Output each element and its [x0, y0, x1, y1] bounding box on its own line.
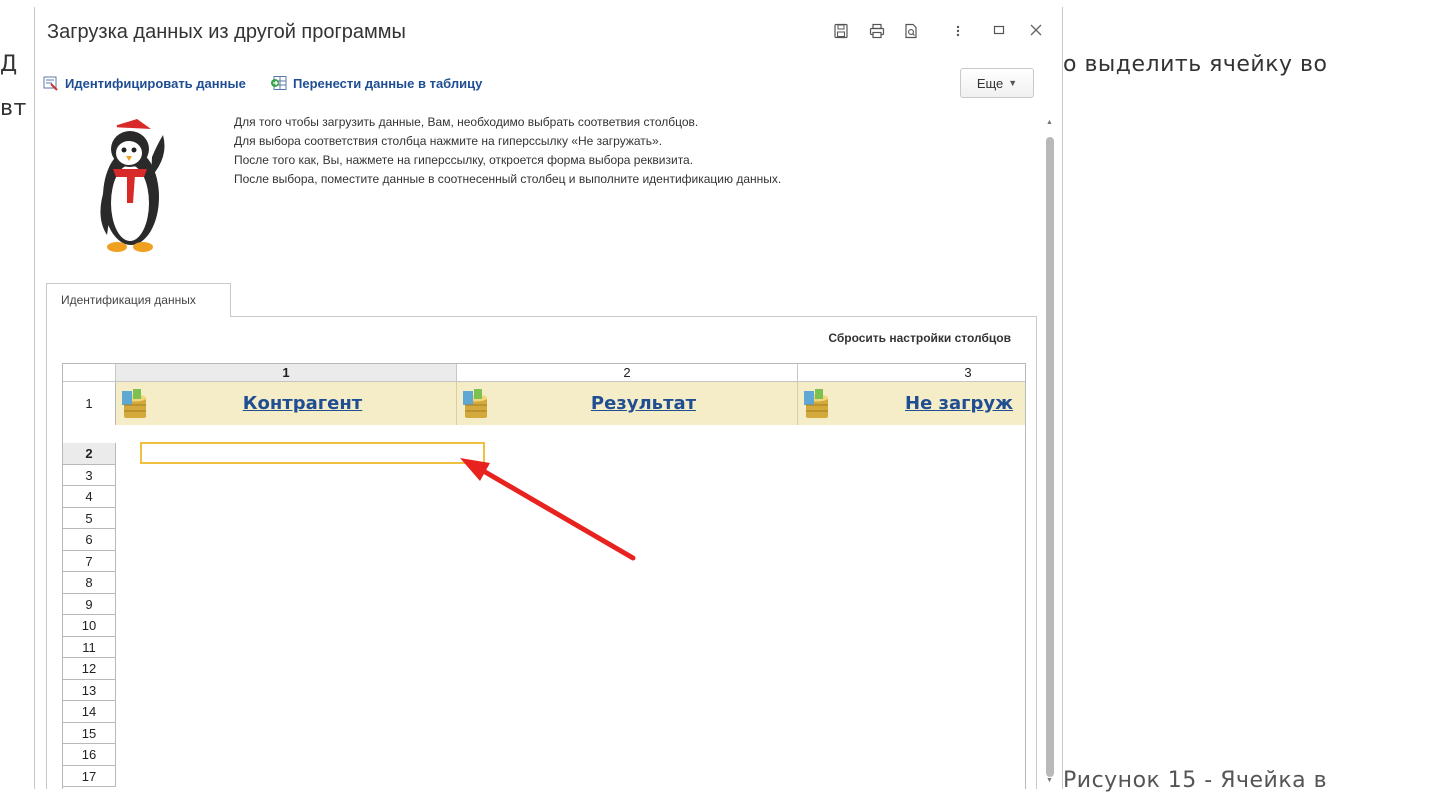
scrollbar-thumb[interactable] [1046, 137, 1054, 777]
row-header-4[interactable]: 4 [63, 486, 116, 508]
scroll-down-icon[interactable]: ▼ [1046, 777, 1053, 784]
row-header-6[interactable]: 6 [63, 529, 116, 551]
row-header-11[interactable]: 11 [63, 636, 116, 658]
penguin-mascot-image [97, 117, 175, 262]
row-header-14[interactable]: 14 [63, 701, 116, 723]
row-header-10[interactable]: 10 [63, 615, 116, 637]
more-button[interactable]: Еще ▼ [960, 68, 1034, 98]
transfer-data-icon [271, 76, 287, 90]
identify-data-icon [43, 76, 58, 91]
row-header-13[interactable]: 13 [63, 679, 116, 701]
row-header-1[interactable]: 1 [63, 382, 116, 425]
tab-data-identification[interactable]: Идентификация данных [46, 283, 231, 317]
grid-corner [63, 364, 116, 382]
scroll-up-icon[interactable]: ▲ [1046, 119, 1053, 126]
vertical-scrollbar[interactable]: ▲ ▼ [1043, 117, 1057, 789]
database-icon [804, 388, 828, 418]
more-button-label: Еще [976, 75, 1004, 91]
chevron-down-icon: ▼ [1008, 78, 1018, 88]
identify-data-label: Идентифицировать данные [65, 75, 246, 91]
command-bar: Идентифицировать данные Перенести данные… [35, 63, 1062, 99]
row-header-9[interactable]: 9 [63, 593, 116, 615]
row-header-17[interactable]: 17 [63, 765, 116, 787]
column-mapping-cell-2: Результат [457, 382, 798, 425]
maximize-icon[interactable] [990, 23, 1008, 41]
row-header-2[interactable]: 2 [63, 443, 116, 465]
row-header-16[interactable]: 16 [63, 744, 116, 766]
row-header-7[interactable]: 7 [63, 550, 116, 572]
reset-columns-link-text[interactable]: Сбросить настройки столбцов [828, 331, 1011, 345]
window-title: Загрузка данных из другой программы [47, 21, 406, 43]
identify-data-button[interactable]: Идентифицировать данные [43, 75, 246, 91]
preview-icon[interactable] [902, 23, 920, 41]
figure-caption: Рисунок 15 - Ячейка в [1063, 768, 1328, 793]
column-header-3[interactable]: 3 [798, 364, 1025, 382]
column-mapping-link-3[interactable]: Не загруж [831, 393, 1025, 414]
title-bar: Загрузка данных из другой программы [35, 7, 1062, 57]
database-icon [463, 388, 487, 418]
reset-columns-link: Сбросить настройки столбцов [35, 331, 1011, 345]
background-text-right: о выделить ячейку во [1063, 52, 1328, 77]
instruction-line: Для выбора соответствия столбца нажмите … [234, 134, 663, 148]
column-header-2[interactable]: 2 [457, 364, 798, 382]
save-icon[interactable] [832, 23, 850, 41]
column-mapping-cell-3: Не загруж [798, 382, 1025, 425]
transfer-data-label: Перенести данные в таблицу [293, 75, 483, 91]
instructions-text: Для того чтобы загрузить данные, Вам, не… [234, 113, 781, 189]
column-mapping-link-2[interactable]: Результат [490, 393, 797, 414]
instruction-line: Для того чтобы загрузить данные, Вам, не… [234, 115, 699, 129]
background-text-left-2: вт [0, 96, 27, 121]
column-mapping-link-1[interactable]: Контрагент [149, 393, 456, 414]
selected-cell[interactable] [140, 442, 485, 464]
database-icon [122, 388, 146, 418]
print-icon[interactable] [868, 23, 886, 41]
row-header-3[interactable]: 3 [63, 464, 116, 486]
row-header-8[interactable]: 8 [63, 572, 116, 594]
background-text-left-1: Д [0, 52, 18, 77]
instruction-line: После выбора, поместите данные в соотнес… [234, 172, 782, 186]
row-header-15[interactable]: 15 [63, 722, 116, 744]
column-header-1[interactable]: 1 [116, 364, 457, 382]
column-mapping-cell-1: Контрагент [116, 382, 457, 425]
transfer-data-button[interactable]: Перенести данные в таблицу [270, 75, 482, 91]
row-header-5[interactable]: 5 [63, 507, 116, 529]
instruction-line: После того как, Вы, нажмете на гиперссыл… [234, 153, 694, 167]
spreadsheet-grid[interactable]: 1 2 3 1 Контрагент Результат Не загруж 2… [62, 363, 1026, 789]
more-vertical-icon[interactable] [949, 23, 967, 41]
import-dialog: Загрузка данных из другой программы Иден… [34, 7, 1063, 789]
row-header-12[interactable]: 12 [63, 658, 116, 680]
close-icon[interactable] [1027, 23, 1045, 41]
